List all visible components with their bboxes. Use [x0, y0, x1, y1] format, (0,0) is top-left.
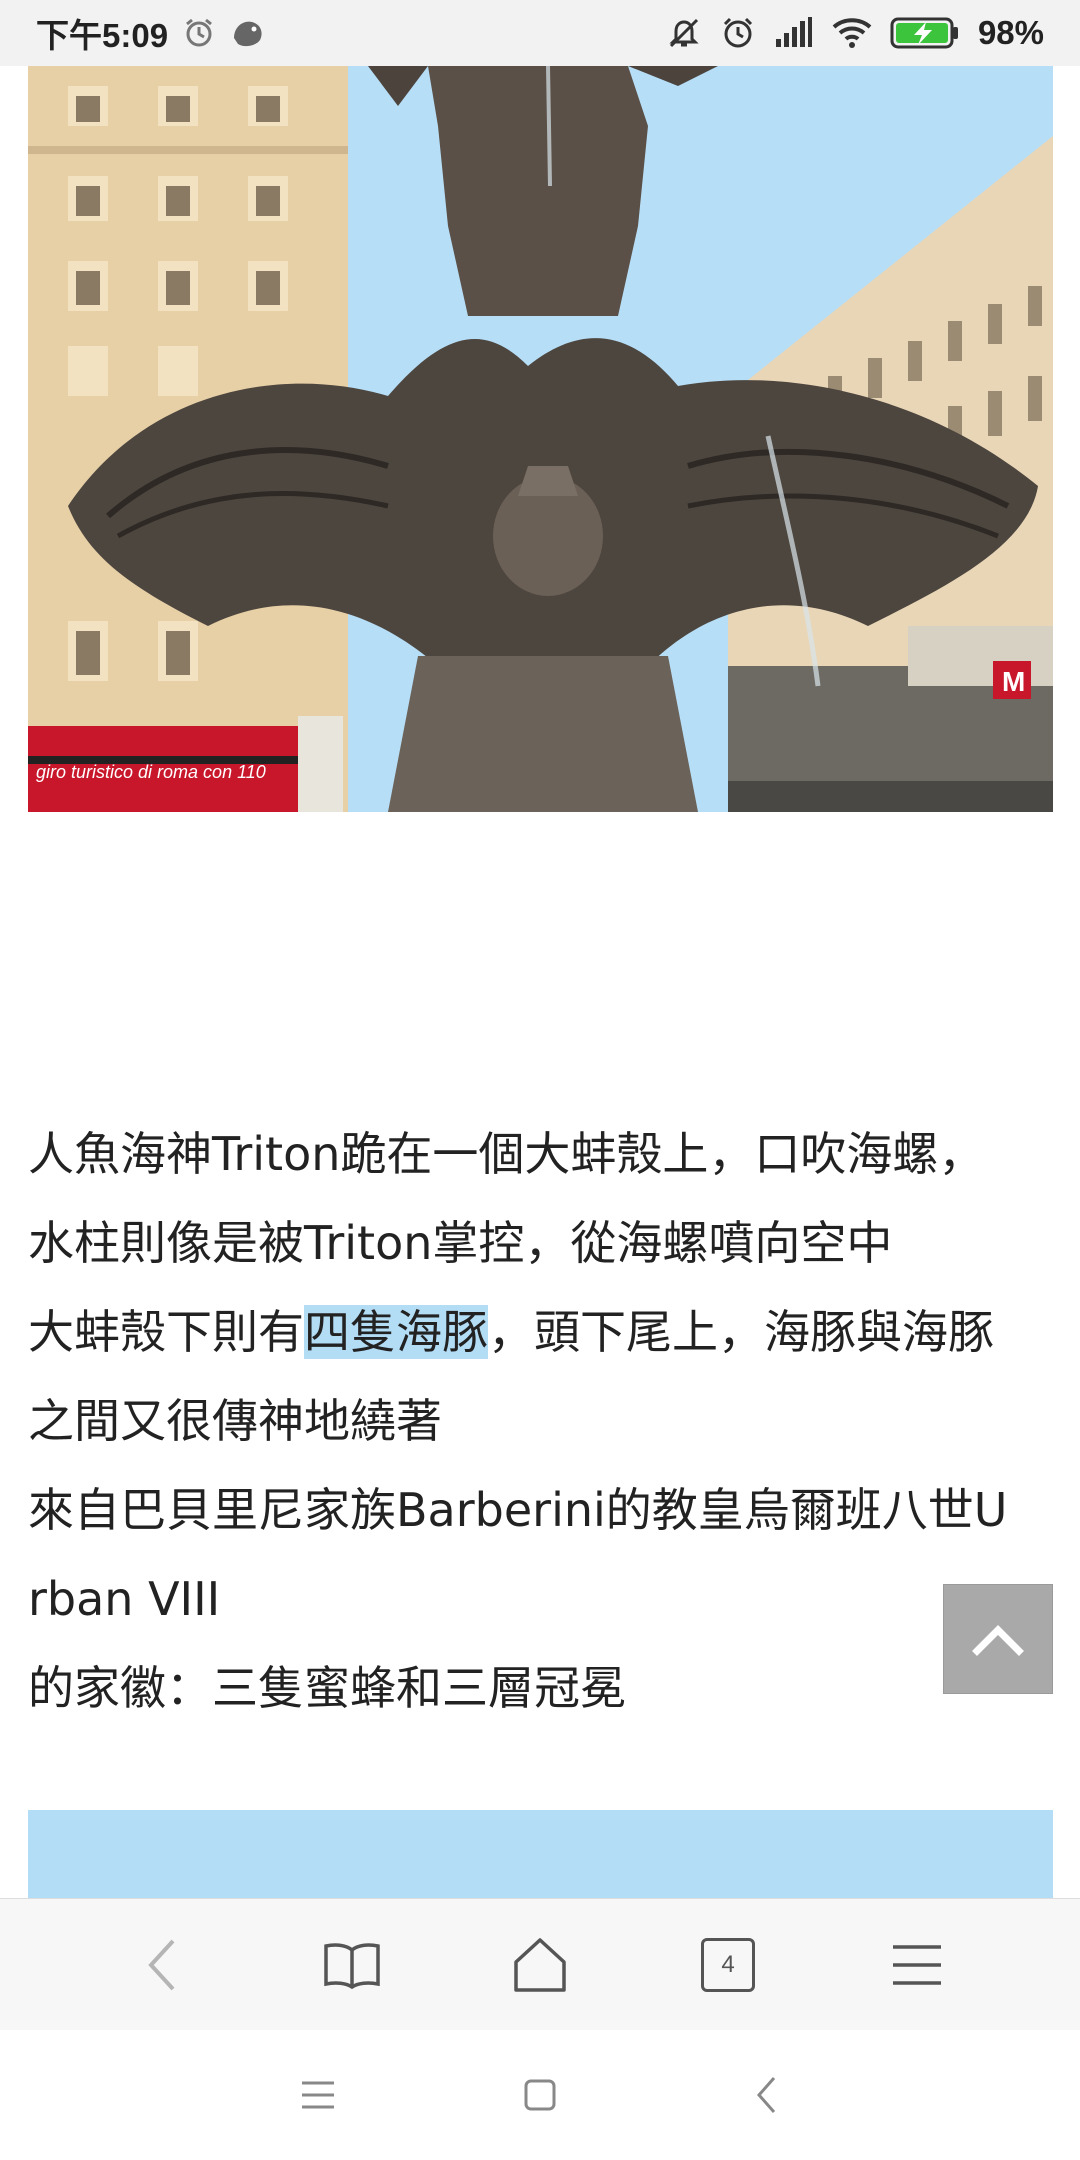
article-line: 人魚海神Triton跪在一個大蚌殼上，口吹海螺， [28, 1127, 985, 1181]
alarm-icon [182, 16, 216, 50]
bus-text: giro turistico di roma con 110 [36, 762, 266, 782]
article-text: 大蚌殼下則有 [28, 1305, 304, 1359]
chevron-up-icon [972, 1625, 1024, 1656]
back-icon [148, 1939, 175, 1991]
highlighted-text[interactable]: 四隻海豚 [304, 1305, 488, 1359]
system-home-button[interactable] [480, 2030, 600, 2160]
home-button[interactable] [480, 1899, 600, 2031]
app-notification-icon [230, 16, 266, 50]
battery-charging-icon [890, 16, 960, 50]
wifi-icon [832, 17, 872, 49]
article-line: 水柱則像是被Triton掌控，從海螺噴向空中 [28, 1216, 893, 1270]
article-line: 之間又很傳神地繞著 [28, 1394, 442, 1448]
metro-sign: M [1002, 666, 1025, 697]
alarm-icon [720, 15, 756, 51]
article-text: ，頭下尾上，海豚與海豚 [488, 1305, 994, 1359]
home-icon [514, 1938, 566, 1992]
tab-count: 4 [721, 1951, 735, 1978]
menu-button[interactable] [857, 1899, 977, 2031]
home-icon [524, 2079, 556, 2111]
status-bar: 下午5:09 98% [0, 0, 1080, 66]
back-icon [756, 2077, 776, 2113]
bookmarks-icon [324, 1943, 380, 1990]
article-line: 來自巴貝里尼家族Barberini的教皇烏爾班八世U [28, 1483, 1008, 1537]
tabs-button[interactable]: 4 [668, 1899, 788, 2031]
status-left: 下午5:09 [36, 0, 266, 66]
article-photo: giro turistico di roma con 110 M [28, 66, 1053, 812]
system-navigation-bar [0, 2030, 1080, 2160]
status-time: 下午5:09 [36, 17, 169, 54]
back-to-top-button[interactable] [943, 1584, 1053, 1694]
browser-toolbar: 4 [0, 1898, 1080, 2031]
article-line: rban VIII [28, 1572, 221, 1626]
menu-icon [893, 1945, 941, 1985]
article-line: 的家徽：三隻蜜蜂和三層冠冕 [28, 1661, 626, 1715]
bookmarks-button[interactable] [292, 1899, 412, 2031]
battery-percent: 98% [977, 14, 1044, 51]
back-button[interactable] [103, 1899, 223, 2031]
mute-icon [666, 15, 702, 51]
recent-apps-button[interactable] [258, 2030, 378, 2160]
article-line: 大蚌殼下則有四隻海豚，頭下尾上，海豚與海豚 [28, 1288, 1058, 1377]
signal-icon [774, 17, 814, 49]
recent-apps-icon [302, 2081, 334, 2109]
article-body: 人魚海神Triton跪在一個大蚌殼上，口吹海螺， 水柱則像是被Triton掌控，… [28, 1110, 1058, 1733]
tabs-icon: 4 [701, 1938, 755, 1992]
system-back-button[interactable] [707, 2030, 827, 2160]
triton-fountain-image: giro turistico di roma con 110 M [28, 66, 1053, 812]
article-photo-2 [28, 1810, 1053, 1902]
status-right: 98% [666, 0, 1044, 66]
